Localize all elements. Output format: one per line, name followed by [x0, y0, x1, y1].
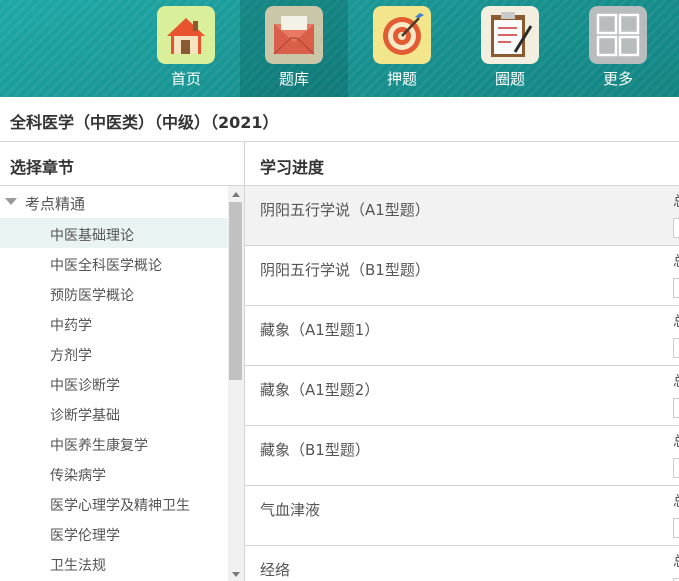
chapter-item[interactable]: 中医养生康复学 — [0, 428, 228, 458]
chapter-panel-title: 选择章节 — [10, 158, 75, 177]
chapter-scrollbar[interactable] — [228, 186, 244, 581]
topic-row[interactable]: 气血津液 总 — [245, 486, 679, 546]
chapter-item-label: 诊断学基础 — [50, 408, 120, 424]
chapter-item[interactable]: 传染病学 — [0, 458, 228, 488]
home-icon — [157, 6, 215, 64]
topic-row[interactable]: 阴阳五行学说（A1型题） 总 — [245, 186, 679, 246]
top-nav: 首页 题库 押题 圈题 更多 — [0, 0, 679, 97]
topic-label: 藏象（A1型题2） — [260, 381, 380, 399]
topic-total-label: 总 — [673, 551, 679, 571]
mail-icon — [265, 6, 323, 64]
topic-row[interactable]: 经络 总 — [245, 546, 679, 581]
nav-label-more: 更多 — [602, 70, 633, 88]
nav-label-circle: 圈题 — [494, 70, 525, 88]
topic-progress-box — [673, 458, 679, 478]
chapter-item[interactable]: 卫生法规 — [0, 548, 228, 578]
topic-row[interactable]: 阴阳五行学说（B1型题） 总 — [245, 246, 679, 306]
target-icon — [373, 6, 431, 64]
chapter-item[interactable]: 中医全科医学概论 — [0, 248, 228, 278]
chapter-item-label: 传染病学 — [50, 468, 106, 484]
topic-label: 藏象（A1型题1） — [260, 321, 380, 339]
chapter-item-label: 中药学 — [50, 318, 92, 334]
chapter-item[interactable]: 中医诊断学 — [0, 368, 228, 398]
scroll-up-arrow-icon[interactable] — [232, 192, 240, 197]
nav-question-bank[interactable]: 题库 — [240, 0, 348, 97]
chapter-item[interactable]: 诊断学基础 — [0, 398, 228, 428]
course-title: 全科医学（中医类）（中级）（2021） — [10, 113, 279, 132]
chapter-item-label: 卫生法规 — [50, 558, 106, 574]
topic-progress-box — [673, 218, 679, 238]
chapter-item[interactable]: 预防医学概论 — [0, 278, 228, 308]
chapter-item-label: 中医诊断学 — [50, 378, 120, 394]
nav-predict[interactable]: 押题 — [348, 0, 456, 97]
topic-label: 阴阳五行学说（B1型题） — [260, 261, 430, 279]
chapter-item-label: 预防医学概论 — [50, 288, 134, 304]
topic-total-label: 总 — [673, 191, 679, 211]
topic-row[interactable]: 藏象（B1型题） 总 — [245, 426, 679, 486]
chapter-tree: 考点精通 中医基础理论 中医全科医学概论 预防医学概论 中药学 方剂学 中医诊断… — [0, 186, 228, 581]
chapter-item-label: 中医养生康复学 — [50, 438, 148, 454]
chapter-item-label: 中医全科医学概论 — [50, 258, 162, 274]
topic-row[interactable]: 藏象（A1型题1） 总 — [245, 306, 679, 366]
chapter-item[interactable]: 中药学 — [0, 308, 228, 338]
topic-progress-box — [673, 518, 679, 538]
topic-row[interactable]: 藏象（A1型题2） 总 — [245, 366, 679, 426]
tree-root-kaodian[interactable]: 考点精通 — [0, 186, 228, 216]
progress-panel-title: 学习进度 — [260, 158, 325, 177]
chapter-item[interactable]: 中医基础理论 — [0, 218, 228, 248]
chapter-item[interactable]: 方剂学 — [0, 338, 228, 368]
scroll-down-arrow-icon[interactable] — [232, 572, 240, 577]
nav-label-home: 首页 — [170, 70, 201, 88]
chapter-item-label: 医学心理学及精神卫生 — [50, 498, 190, 514]
chapter-panel-header: 选择章节 — [0, 142, 244, 186]
topic-total-label: 总 — [673, 431, 679, 451]
chapter-item[interactable]: 医学伦理学 — [0, 518, 228, 548]
topic-progress-box — [673, 398, 679, 418]
chapter-item-label: 中医基础理论 — [50, 228, 134, 244]
topic-label: 气血津液 — [260, 501, 321, 519]
course-title-bar: 全科医学（中医类）（中级）（2021） — [0, 97, 679, 142]
nav-label-predict: 押题 — [386, 70, 417, 88]
nav-home[interactable]: 首页 — [132, 0, 240, 97]
nav-more[interactable]: 更多 — [564, 0, 672, 97]
chapter-item[interactable]: 医学心理学及精神卫生 — [0, 488, 228, 518]
topic-total-label: 总 — [673, 371, 679, 391]
chapter-panel: 选择章节 考点精通 中医基础理论 中医全科医学概论 预防医学概论 中药学 方剂学… — [0, 142, 245, 581]
tree-root-label: 考点精通 — [25, 195, 86, 213]
topic-total-label: 总 — [673, 251, 679, 271]
chapter-item-label: 医学伦理学 — [50, 528, 120, 544]
caret-down-icon[interactable] — [5, 198, 17, 205]
topic-total-label: 总 — [673, 491, 679, 511]
grid-icon — [589, 6, 647, 64]
topic-total-label: 总 — [673, 311, 679, 331]
nav-circle[interactable]: 圈题 — [456, 0, 564, 97]
progress-panel: 学习进度 阴阳五行学说（A1型题） 总 阴阳五行学说（B1型题） 总 藏象（A1… — [245, 142, 679, 581]
scrollbar-thumb[interactable] — [229, 202, 242, 380]
chapter-item-label: 方剂学 — [50, 348, 92, 364]
progress-panel-header: 学习进度 — [245, 142, 679, 186]
topic-progress-box — [673, 278, 679, 298]
topic-progress-box — [673, 338, 679, 358]
nav-label-question-bank: 题库 — [278, 70, 309, 88]
topic-label: 阴阳五行学说（A1型题） — [260, 201, 430, 219]
clipboard-icon — [481, 6, 539, 64]
topic-label: 经络 — [260, 561, 291, 579]
topic-label: 藏象（B1型题） — [260, 441, 370, 459]
